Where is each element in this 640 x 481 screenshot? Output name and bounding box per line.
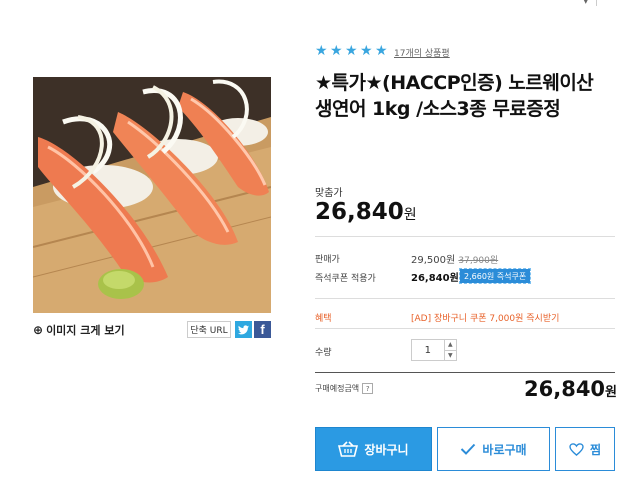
quantity-value[interactable]: 1 [412,340,444,360]
short-url-button[interactable]: 단축 URL [187,321,231,338]
twitter-icon[interactable] [235,321,252,338]
quantity-down-icon[interactable]: ▼ [445,351,456,361]
zoom-image-label: 이미지 크게 보기 [46,324,125,337]
buy-now-button[interactable]: 바로구매 [437,427,550,471]
basket-icon [338,441,359,457]
star-icon: ★ [375,43,388,59]
sale-price-label: 판매가 [315,255,340,265]
buy-now-label: 바로구매 [482,442,527,457]
quantity-label: 수량 [315,348,332,358]
won-unit: 원 [605,385,618,400]
custom-price-value: 26,840원 [315,199,417,225]
quantity-arrows: ▲ ▼ [443,340,456,361]
total-label: 구매예정금액 [315,384,360,393]
wishlist-label: 찜 [589,442,602,457]
total-price: 26,840원 [524,377,617,401]
coupon-badge[interactable]: 2,660원 즉석쿠폰 [458,268,532,284]
sale-price-value: 29,500원 [411,255,456,266]
product-title: ★특가★(HACCP인증) 노르웨이산 생연어 1kg /소스3종 무료증정 [315,72,594,120]
heart-icon [569,442,584,456]
quantity-stepper[interactable]: 1 ▲ ▼ [411,339,457,361]
wishlist-button[interactable]: 찜 [555,427,615,471]
coupon-price-label: 즉석쿠폰 적용가 [315,274,376,284]
review-count-link[interactable]: 17개의 상품평 [394,46,450,59]
won-unit: 원 [403,207,417,223]
quantity-up-icon[interactable]: ▲ [444,340,456,351]
divider [315,298,615,299]
sale-price-row: 29,500원 37,900원 [411,251,498,266]
magnifier-icon: ⊕ [33,323,44,337]
coupon-price-value: 26,840원 [411,273,459,284]
star-icon: ★ [345,43,358,59]
custom-price-amount: 26,840 [315,199,404,225]
zoom-image-link[interactable]: ⊕ 이미지 크게 보기 [33,322,125,338]
add-to-cart-label: 장바구니 [364,442,409,457]
custom-price-label: 맞춤가 [315,188,343,199]
star-icon: ★ [315,43,328,59]
total-amount: 26,840 [524,377,606,401]
facebook-icon[interactable]: f [254,321,271,338]
add-to-cart-button[interactable]: 장바구니 [315,427,432,471]
top-divider [596,0,597,6]
benefit-label: 혜택 [315,314,332,324]
star-icon: ★ [360,43,373,59]
divider [315,236,615,237]
benefit-coupon-link[interactable]: [AD] 장바구니 쿠폰 7,000원 즉시받기 [411,311,559,324]
rating-stars: ★ ★ ★ ★ ★ [315,44,389,58]
help-icon[interactable]: ? [362,383,374,394]
original-price-value: 37,900원 [458,256,499,266]
divider [315,328,615,329]
star-icon: ★ [330,43,343,59]
product-image [33,77,271,313]
top-corner-icon: ▾ [583,0,589,7]
total-label-group: 구매예정금액 ? [315,383,374,394]
total-divider [315,372,615,373]
checkmark-icon [461,443,476,455]
